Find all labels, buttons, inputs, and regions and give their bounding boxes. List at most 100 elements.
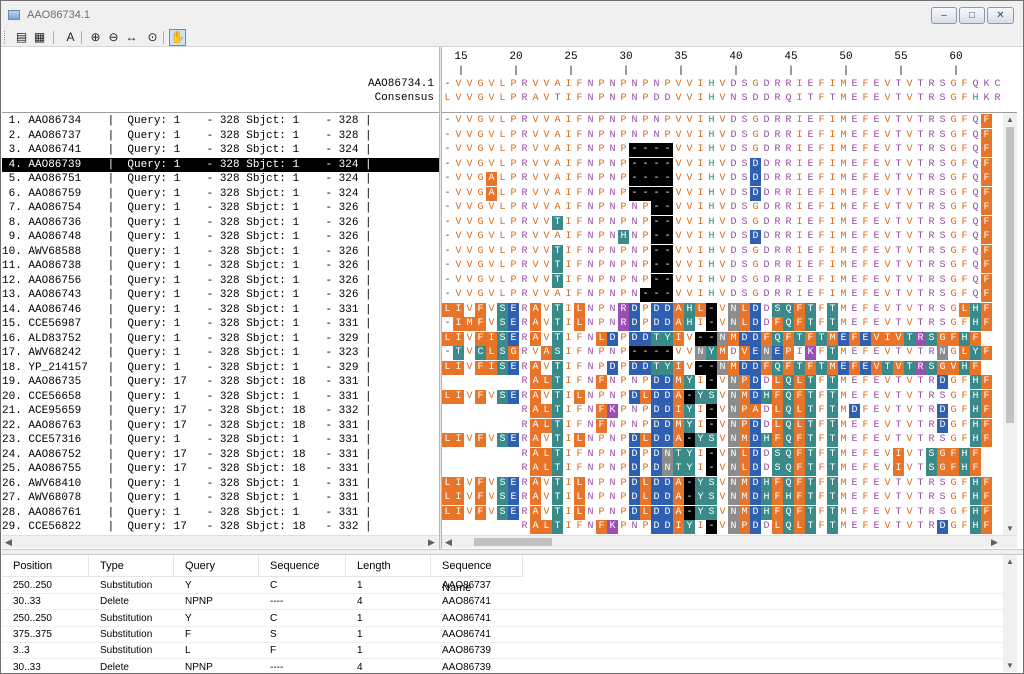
residue[interactable]: T (915, 520, 926, 534)
residue[interactable]: S (937, 274, 948, 288)
residue[interactable]: F (475, 317, 486, 331)
residue[interactable]: L (574, 302, 585, 317)
residue[interactable]: G (475, 259, 486, 273)
residue[interactable]: D (761, 245, 772, 259)
residue[interactable]: V (684, 172, 695, 186)
residue[interactable]: R (783, 288, 794, 302)
residue[interactable]: M (838, 448, 849, 462)
residue[interactable]: F (574, 230, 585, 244)
residue[interactable]: T (552, 476, 563, 491)
residue[interactable]: E (871, 462, 882, 476)
residue[interactable]: T (805, 375, 816, 389)
residue[interactable]: D (761, 448, 772, 462)
residue[interactable]: - (651, 186, 662, 201)
residue[interactable]: D (629, 360, 640, 375)
residue[interactable]: G (475, 78, 486, 92)
residue[interactable]: T (915, 172, 926, 186)
residue[interactable]: T (893, 158, 904, 172)
residue[interactable]: - (651, 215, 662, 230)
residue[interactable]: E (750, 346, 761, 360)
residue[interactable]: F (959, 201, 970, 215)
residue[interactable]: F (794, 302, 805, 317)
residue[interactable]: D (662, 520, 673, 534)
residue[interactable]: V (541, 92, 552, 106)
residue[interactable]: P (618, 375, 629, 389)
residue[interactable]: I (827, 245, 838, 259)
residue[interactable]: M (838, 390, 849, 404)
residue[interactable]: I (794, 230, 805, 244)
residue[interactable]: R (772, 78, 783, 92)
residue[interactable]: - (706, 447, 717, 462)
residue[interactable]: E (838, 331, 849, 346)
residue[interactable]: L (772, 418, 783, 433)
residue[interactable]: F (948, 462, 959, 476)
residue[interactable]: D (739, 331, 750, 346)
residue[interactable]: T (893, 274, 904, 288)
residue[interactable]: P (596, 448, 607, 462)
residue[interactable]: D (937, 404, 948, 418)
residue[interactable]: T (552, 462, 563, 476)
residue[interactable]: N (728, 476, 739, 491)
residue[interactable]: E (849, 259, 860, 273)
residue[interactable]: V (717, 433, 728, 447)
residue[interactable]: Y (970, 346, 981, 360)
residue[interactable]: V (882, 201, 893, 215)
residue[interactable]: Y (684, 520, 695, 534)
residue[interactable]: P (508, 216, 519, 230)
residue[interactable]: R (519, 346, 530, 360)
residue[interactable]: F (816, 404, 827, 418)
residue[interactable]: C (475, 346, 486, 360)
residue[interactable]: V (453, 114, 464, 128)
residue[interactable]: D (750, 389, 761, 404)
residue[interactable]: E (805, 172, 816, 186)
residue[interactable]: Q (970, 187, 981, 201)
residue[interactable]: N (717, 360, 728, 375)
sequence-row[interactable]: -VVGVLPRVVAIFNPNPNPNPVVIHVDSGDRRIEFIMEFE… (442, 128, 992, 143)
residue[interactable]: D (651, 433, 662, 447)
residue[interactable]: D (761, 143, 772, 157)
residue[interactable]: Q (970, 216, 981, 230)
residue[interactable]: D (750, 505, 761, 520)
residue[interactable]: F (860, 129, 871, 143)
residue[interactable]: T (827, 317, 838, 331)
residue[interactable]: D (651, 404, 662, 418)
residue[interactable]: L (442, 92, 453, 106)
residue[interactable]: A (530, 92, 541, 106)
residue[interactable]: I (794, 92, 805, 106)
residue[interactable]: R (926, 404, 937, 418)
residue[interactable]: Q (783, 418, 794, 433)
residue[interactable]: R (926, 114, 937, 128)
residue[interactable]: V (673, 346, 684, 360)
residue[interactable]: L (541, 418, 552, 433)
residue[interactable]: V (673, 259, 684, 273)
residue[interactable]: F (816, 288, 827, 302)
residue[interactable]: T (816, 360, 827, 375)
residue[interactable]: P (508, 201, 519, 215)
residue[interactable]: P (739, 404, 750, 418)
residue[interactable]: Y (706, 346, 717, 360)
residue[interactable]: F (860, 187, 871, 201)
residue[interactable]: N (629, 375, 640, 389)
sequence-list-item[interactable]: 20. CCE56658 | Query: 1 - 328 Sbjct: 1 -… (2, 390, 439, 404)
residue[interactable]: - (442, 201, 453, 215)
residue[interactable]: R (772, 92, 783, 106)
residue[interactable]: E (508, 331, 519, 346)
residue[interactable]: P (618, 390, 629, 404)
residue[interactable]: D (728, 201, 739, 215)
residue[interactable]: R (772, 288, 783, 302)
residue[interactable]: E (508, 317, 519, 331)
residue[interactable]: I (695, 143, 706, 157)
residue[interactable]: L (442, 331, 453, 346)
residue[interactable]: G (948, 506, 959, 520)
residue[interactable]: E (508, 476, 519, 491)
residue[interactable]: E (871, 114, 882, 128)
residue[interactable]: F (816, 303, 827, 317)
residue[interactable]: E (805, 158, 816, 172)
residue[interactable]: F (475, 433, 486, 447)
residue[interactable]: E (849, 520, 860, 534)
sequence-row[interactable]: -VVGVLPRVVAIFNPNPNPNPVVIHVDSGDRRIEFIMEFE… (442, 114, 992, 128)
residue[interactable]: E (508, 491, 519, 505)
residue[interactable]: E (871, 419, 882, 433)
residue[interactable]: T (904, 331, 915, 346)
residue[interactable]: F (816, 92, 827, 106)
